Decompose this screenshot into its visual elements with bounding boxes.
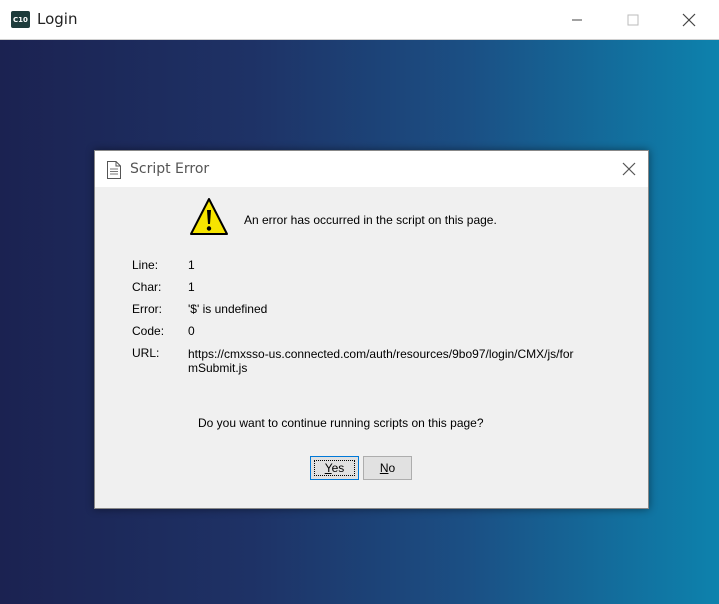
close-window-button[interactable] <box>661 0 717 39</box>
script-error-dialog: Script Error An error has occurred in th… <box>94 150 649 509</box>
url-value: https://cmxsso-us.connected.com/auth/res… <box>188 347 574 375</box>
url-label: URL: <box>132 346 160 360</box>
document-icon <box>107 161 121 179</box>
no-label: No <box>379 461 396 475</box>
close-icon <box>682 13 696 26</box>
maximize-button[interactable] <box>605 0 661 39</box>
dialog-titlebar: Script Error <box>95 151 648 187</box>
focus-rectangle <box>314 460 355 476</box>
warning-icon <box>190 198 228 235</box>
char-value: 1 <box>188 280 195 294</box>
window-titlebar: C10 Login <box>0 0 719 40</box>
char-label: Char: <box>132 280 162 294</box>
error-value: '$' is undefined <box>188 302 268 316</box>
no-button[interactable]: No <box>363 456 412 480</box>
continue-question: Do you want to continue running scripts … <box>198 416 484 430</box>
code-value: 0 <box>188 324 195 338</box>
dialog-close-icon[interactable] <box>620 160 638 178</box>
line-label: Line: <box>132 258 159 272</box>
minimize-icon <box>572 19 582 20</box>
line-value: 1 <box>188 258 195 272</box>
maximize-icon <box>627 14 639 25</box>
window-title: Login <box>37 10 78 28</box>
yes-button[interactable]: Yes <box>310 456 359 480</box>
dialog-title: Script Error <box>130 161 210 177</box>
code-label: Code: <box>132 324 165 338</box>
app-logo-icon: C10 <box>11 11 30 28</box>
minimize-button[interactable] <box>549 0 605 39</box>
error-message: An error has occurred in the script on t… <box>244 213 497 227</box>
error-label: Error: <box>132 302 162 316</box>
